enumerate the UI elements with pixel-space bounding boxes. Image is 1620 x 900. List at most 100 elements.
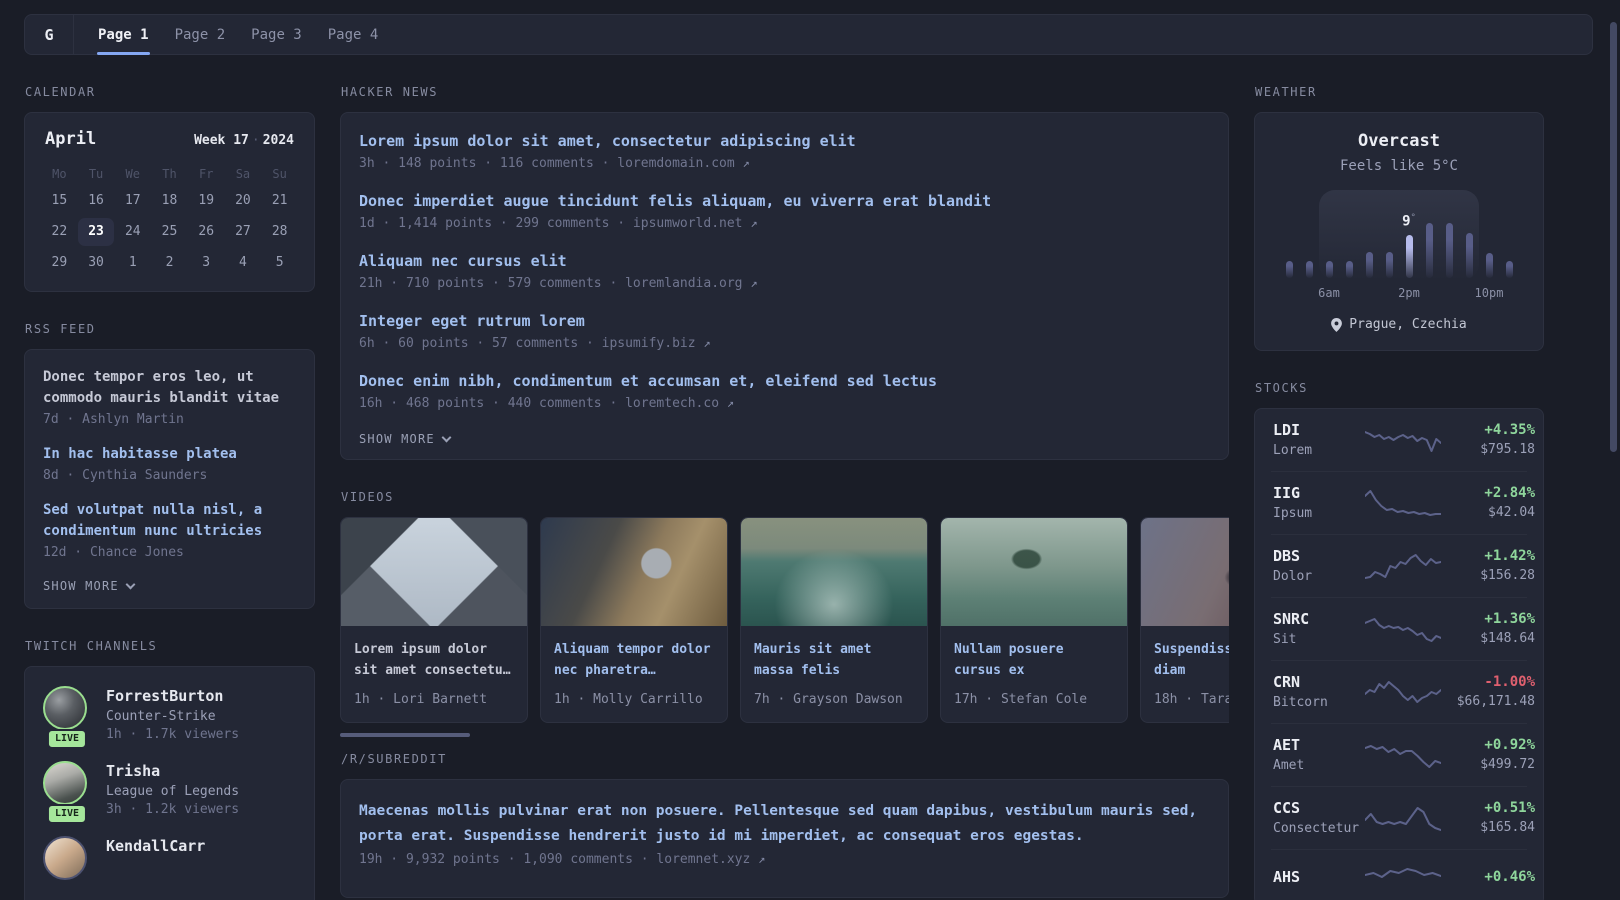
- channel-name[interactable]: KendallCarr: [106, 837, 205, 855]
- subreddit-card: Maecenas mollis pulvinar erat non posuer…: [340, 779, 1229, 898]
- hackernews-widget: HACKER NEWS Lorem ipsum dolor sit amet, …: [340, 85, 1229, 460]
- channel-meta: 3h · 1.2k viewers: [106, 802, 240, 817]
- stock-info: LDI Lorem: [1273, 421, 1365, 458]
- video-meta: 7h · Grayson Dawson: [754, 692, 903, 707]
- show-more-label: SHOW MORE: [43, 579, 119, 593]
- video-thumbnail[interactable]: [1141, 518, 1229, 626]
- calendar-header: April Week 17 · 2024: [41, 129, 298, 161]
- stock-row[interactable]: AHS +0.46%: [1271, 849, 1535, 900]
- rss-item-link[interactable]: In hac habitasse platea: [43, 444, 296, 465]
- rss-item-link[interactable]: Donec tempor eros leo, ut commodo mauris…: [43, 367, 296, 409]
- hackernews-item-meta: 21h · 710 points · 579 comments · loreml…: [359, 276, 758, 291]
- hackernews-item-list: Lorem ipsum dolor sit amet, consectetur …: [359, 130, 1210, 411]
- current-temperature: 9°: [1402, 213, 1416, 230]
- channel-name[interactable]: ForrestBurton: [106, 687, 239, 705]
- video-thumbnail[interactable]: [741, 518, 927, 626]
- weather-time-labels: 6am 2pm 10pm: [1279, 286, 1519, 301]
- stock-row[interactable]: DBS Dolor +1.42% $156.28: [1271, 534, 1535, 597]
- video-thumbnail[interactable]: [541, 518, 727, 626]
- weather-bar: [1325, 261, 1333, 278]
- show-more-label: SHOW MORE: [359, 432, 435, 446]
- rss-item-list: Donec tempor eros leo, ut commodo mauris…: [43, 367, 296, 560]
- stock-row[interactable]: SNRC Sit +1.36% $148.64: [1271, 597, 1535, 660]
- live-badge: LIVE: [46, 804, 88, 824]
- stock-name: Bitcorn: [1273, 695, 1328, 710]
- video-meta: 1h · Lori Barnett: [354, 692, 488, 707]
- nav-tab-page-3[interactable]: Page 3: [251, 15, 302, 54]
- hackernews-item: Integer eget rutrum lorem 6h · 60 points …: [359, 310, 1210, 351]
- stock-row[interactable]: LDI Lorem +4.35% $795.18: [1271, 409, 1535, 471]
- twitch-channel[interactable]: KendallCarr: [43, 836, 296, 880]
- stock-name: Consectetur: [1273, 821, 1360, 836]
- weather-bar-slot: [1279, 190, 1299, 278]
- app-logo[interactable]: G: [25, 15, 74, 54]
- hackernews-item-link[interactable]: Aliquam nec cursus elit: [359, 250, 1210, 272]
- weather-bar-slot: [1419, 190, 1439, 278]
- calendar-widget: CALENDAR April Week 17 · 2024 Mo Tu We Th Fr Sa…: [24, 85, 315, 292]
- video-card[interactable]: Nullam posuere cursus ex 17h · Stefan Col…: [940, 517, 1128, 723]
- video-thumbnail[interactable]: [341, 518, 527, 626]
- external-link-icon: ↗: [758, 852, 766, 866]
- video-thumbnail[interactable]: [941, 518, 1127, 626]
- page-scrollbar[interactable]: [1610, 22, 1617, 452]
- weather-card: Overcast Feels like 5°C 9° 6am 2pm 10pm Pr…: [1254, 112, 1544, 351]
- avatar: [43, 836, 91, 880]
- stock-row[interactable]: CCS Consectetur +0.51% $165.84: [1271, 786, 1535, 849]
- avatar: LIVE: [43, 761, 91, 824]
- chevron-down-icon: [125, 579, 136, 589]
- calendar-widget-title: CALENDAR: [25, 85, 96, 99]
- rss-widget: RSS FEED Donec tempor eros leo, ut commo…: [24, 322, 315, 609]
- sparkline-chart: [1365, 803, 1441, 833]
- calendar-weekday-row: Mo Tu We Th Fr Sa Su: [41, 161, 298, 187]
- video-meta: 17h · Stefan Cole: [954, 692, 1088, 707]
- video-title-link[interactable]: Lorem ipsum dolor sit amet consectetu…: [354, 639, 514, 681]
- rss-item: Donec tempor eros leo, ut commodo mauris…: [43, 367, 296, 427]
- video-card[interactable]: Lorem ipsum dolor sit amet consectetu… 1h…: [340, 517, 528, 723]
- middle-column: HACKER NEWS Lorem ipsum dolor sit amet, …: [340, 85, 1229, 898]
- stock-row[interactable]: IIG Ipsum +2.84% $42.04: [1271, 471, 1535, 534]
- hackernews-item-link[interactable]: Donec enim nibh, condimentum et accumsan…: [359, 370, 1210, 392]
- video-card[interactable]: Aliquam tempor dolor nec pharetra… 1h · M…: [540, 517, 728, 723]
- video-title-link[interactable]: Aliquam tempor dolor nec pharetra…: [554, 639, 714, 681]
- nav-tab-page-2[interactable]: Page 2: [175, 15, 226, 54]
- subreddit-post-link[interactable]: Maecenas mollis pulvinar erat non posuer…: [359, 799, 1210, 849]
- stock-sparkline: [1365, 740, 1441, 770]
- channel-name[interactable]: Trisha: [106, 762, 239, 780]
- sparkline-chart: [1365, 551, 1441, 581]
- video-title-link[interactable]: Suspendisse diam: [1154, 639, 1229, 681]
- calendar-day: 23: [77, 218, 115, 246]
- weather-widget-title: WEATHER: [1255, 85, 1317, 99]
- videos-scrollbar[interactable]: [340, 733, 470, 737]
- hackernews-item-link[interactable]: Donec imperdiet augue tincidunt felis al…: [359, 190, 1210, 212]
- stock-ticker: AET: [1273, 736, 1301, 754]
- weather-bar: [1345, 261, 1353, 278]
- stock-info: AHS: [1273, 868, 1365, 886]
- hackernews-item-link[interactable]: Lorem ipsum dolor sit amet, consectetur …: [359, 130, 1210, 152]
- stock-sparkline: [1365, 488, 1441, 518]
- calendar-day: 27: [235, 224, 251, 239]
- weather-widget: WEATHER Overcast Feels like 5°C 9° 6am 2p…: [1254, 85, 1544, 351]
- video-card[interactable]: Suspendisse diam 18h · Tara: [1140, 517, 1229, 723]
- channel-info: KendallCarr: [106, 836, 205, 880]
- channel-game: Counter-Strike: [106, 709, 216, 724]
- nav-tab-page-1[interactable]: Page 1: [97, 15, 150, 55]
- hackernews-show-more-button[interactable]: SHOW MORE: [359, 430, 452, 446]
- nav-tab-page-4[interactable]: Page 4: [328, 15, 379, 54]
- rss-item-link[interactable]: Sed volutpat nulla nisl, a condimentum n…: [43, 500, 296, 542]
- weather-bar-slot: 9°: [1399, 190, 1419, 278]
- stock-row[interactable]: CRN Bitcorn -1.00% $66,171.48: [1271, 660, 1535, 723]
- stocks-card: LDI Lorem +4.35% $795.18 IIG Ipsum +2.84% $42.0…: [1254, 408, 1544, 900]
- video-title-link[interactable]: Nullam posuere cursus ex: [954, 639, 1114, 681]
- stock-change: +2.84%: [1484, 485, 1535, 501]
- separator-dot: ·: [251, 133, 260, 148]
- hackernews-item-link[interactable]: Integer eget rutrum lorem: [359, 310, 1210, 332]
- twitch-card: LIVE ForrestBurton Counter-Strike 1h · 1.7k…: [24, 666, 315, 900]
- twitch-channel[interactable]: LIVE ForrestBurton Counter-Strike 1h · 1.7k…: [43, 686, 296, 749]
- stock-change: +0.92%: [1484, 737, 1535, 753]
- video-card[interactable]: Mauris sit amet massa felis 7h · Grayson …: [740, 517, 928, 723]
- video-title-link[interactable]: Mauris sit amet massa felis: [754, 639, 914, 681]
- subreddit-widget-title: /R/SUBREDDIT: [341, 752, 447, 766]
- rss-show-more-button[interactable]: SHOW MORE: [43, 577, 136, 593]
- twitch-channel[interactable]: LIVE Trisha League of Legends 3h · 1.2k vie…: [43, 761, 296, 824]
- stock-row[interactable]: AET Amet +0.92% $499.72: [1271, 723, 1535, 786]
